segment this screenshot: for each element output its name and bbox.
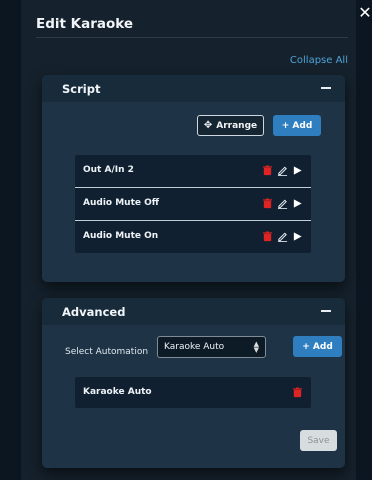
trash-icon[interactable] (262, 165, 273, 176)
script-item[interactable]: Audio Mute On (75, 221, 311, 253)
play-icon[interactable] (292, 231, 303, 242)
script-item[interactable]: Out A/In 2 (75, 155, 311, 188)
edit-icon[interactable] (277, 231, 288, 242)
advanced-panel-title: Advanced (62, 305, 126, 319)
advanced-panel-header[interactable]: Advanced (42, 298, 345, 325)
trash-icon[interactable] (262, 231, 273, 242)
edit-karaoke-modal: Edit Karaoke Collapse All Script ✥ Arran… (21, 0, 356, 480)
script-item[interactable]: Audio Mute Off (75, 188, 311, 221)
collapse-all-link[interactable]: Collapse All (290, 55, 348, 66)
select-automation-label: Select Automation (65, 347, 149, 357)
arrange-label: Arrange (216, 120, 258, 131)
play-icon[interactable] (292, 165, 303, 176)
save-button[interactable]: Save (300, 430, 337, 451)
automation-list: Karaoke Auto (75, 377, 311, 408)
trash-icon[interactable] (292, 387, 303, 398)
select-arrows-icon: ▲ ▼ (253, 340, 259, 354)
edit-icon[interactable] (277, 198, 288, 209)
script-list: Out A/In 2 Audio Mute Off Audio Mute On (75, 155, 311, 253)
automation-item[interactable]: Karaoke Auto (75, 377, 311, 408)
close-icon[interactable]: ✕ (358, 5, 372, 21)
script-add-button[interactable]: + Add (273, 115, 321, 136)
script-item-label: Out A/In 2 (83, 165, 134, 175)
advanced-panel: Advanced + Add Karaoke Auto Save (42, 298, 345, 468)
automation-select[interactable]: Karaoke Auto ▲ ▼ (157, 336, 266, 358)
edit-icon[interactable] (277, 165, 288, 176)
advanced-add-button[interactable]: + Add (293, 336, 342, 357)
script-item-label: Audio Mute Off (83, 198, 160, 208)
play-icon[interactable] (292, 198, 303, 209)
automation-item-label: Karaoke Auto (83, 387, 152, 397)
arrange-button[interactable]: ✥ Arrange (197, 115, 264, 136)
script-panel-title: Script (62, 82, 101, 96)
move-icon: ✥ (203, 120, 213, 131)
modal-title: Edit Karaoke (36, 16, 134, 32)
script-item-label: Audio Mute On (83, 231, 159, 241)
script-panel: Script ✥ Arrange + Add Out A/In 2 Audio … (42, 75, 345, 282)
header-divider (36, 37, 348, 38)
script-collapse-icon[interactable] (321, 87, 331, 89)
automation-select-value: Karaoke Auto (164, 342, 225, 352)
script-panel-header[interactable]: Script (42, 75, 345, 102)
trash-icon[interactable] (262, 198, 273, 209)
advanced-collapse-icon[interactable] (321, 310, 331, 312)
